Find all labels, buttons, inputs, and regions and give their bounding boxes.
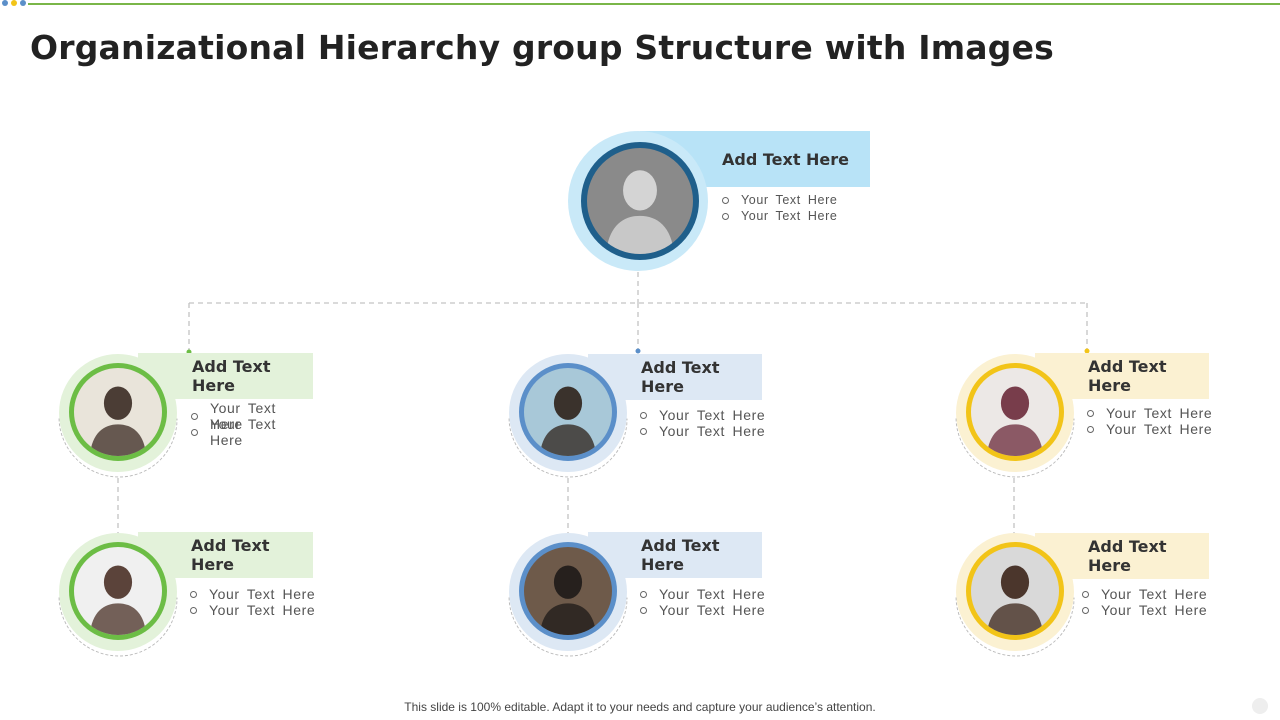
slide-dots [2, 0, 26, 6]
top-accent-line [28, 3, 1280, 5]
bullet-item: Your Text Here [1082, 602, 1207, 618]
bullet-item: Your Text Here [190, 586, 315, 602]
node-right-2-bullets: Your Text Here Your Text Here [1082, 586, 1207, 618]
node-mid-2-bullets: Your Text Here Your Text Here [640, 586, 765, 618]
bullet-icon [640, 427, 647, 435]
person-photo-icon [524, 547, 612, 635]
bullet-icon [1082, 606, 1089, 614]
bullet-item: Your Text Here [191, 416, 316, 448]
node-mid-1-bullets: Your Text Here Your Text Here [640, 407, 765, 439]
bullet-icon [640, 590, 647, 598]
node-top-heading: Add Text Here [722, 149, 850, 169]
node-top-bullets: Your Text Here Your Text Here [722, 192, 837, 224]
slide-title: Organizational Hierarchy group Structure… [30, 28, 1054, 67]
person-photo-icon [524, 368, 612, 456]
person-photo-icon [74, 547, 162, 635]
bullet-icon [190, 606, 197, 614]
person-photo-icon [587, 148, 693, 254]
node-left-2: Add Text Here Your Text Here Your Text H… [33, 512, 316, 682]
bullet-item: Your Text Here [722, 192, 837, 208]
node-left-2-photo [69, 542, 167, 640]
bullet-item: Your Text Here [640, 586, 765, 602]
bullet-item: Your Text Here [1087, 405, 1212, 421]
bullet-item: Your Text Here [190, 602, 315, 618]
person-photo-icon [971, 368, 1059, 456]
node-top: Add Text Here Your Text Here Your Text H… [560, 128, 880, 278]
node-right-1: Add Text Here Your Text Here Your Text H… [930, 333, 1213, 503]
bullet-icon [640, 606, 647, 614]
slide-footer: This slide is 100% editable. Adapt it to… [404, 700, 876, 714]
node-mid-2: Add Text Here Your Text Here Your Text H… [483, 512, 766, 682]
node-left-1-photo [69, 363, 167, 461]
slide-nav-button[interactable] [1252, 698, 1268, 714]
bullet-icon [1087, 409, 1094, 417]
bullet-item: Your Text Here [640, 602, 765, 618]
bullet-item: Your Text Here [1082, 586, 1207, 602]
bullet-item: Your Text Here [722, 208, 837, 224]
dot-blue [2, 0, 8, 6]
node-mid-2-photo [519, 542, 617, 640]
node-mid-1-photo [519, 363, 617, 461]
bullet-item: Your Text Here [1087, 421, 1212, 437]
node-left-1-bullets: Your Text Here Your Text Here [191, 400, 316, 448]
node-right-2: Add Text Here Your Text Here Your Text H… [930, 512, 1213, 682]
bullet-icon [722, 212, 729, 220]
node-right-1-photo [966, 363, 1064, 461]
bullet-icon [1082, 590, 1089, 598]
dot-yellow [11, 0, 17, 6]
bullet-icon [191, 412, 198, 420]
node-right-2-photo [966, 542, 1064, 640]
node-left-1: Add Text Here Your Text Here Your Text H… [33, 333, 316, 503]
bullet-icon [190, 590, 197, 598]
node-top-photo [581, 142, 699, 260]
person-photo-icon [74, 368, 162, 456]
bullet-icon [722, 196, 729, 204]
bullet-icon [640, 411, 647, 419]
node-left-2-bullets: Your Text Here Your Text Here [190, 586, 315, 618]
bullet-item: Your Text Here [640, 423, 765, 439]
person-photo-icon [971, 547, 1059, 635]
bullet-item: Your Text Here [640, 407, 765, 423]
node-right-1-bullets: Your Text Here Your Text Here [1087, 405, 1212, 437]
node-mid-1: Add Text Here Your Text Here Your Text H… [483, 333, 766, 503]
bullet-icon [1087, 425, 1094, 433]
bullet-icon [191, 428, 198, 436]
dot-blue-2 [20, 0, 26, 6]
